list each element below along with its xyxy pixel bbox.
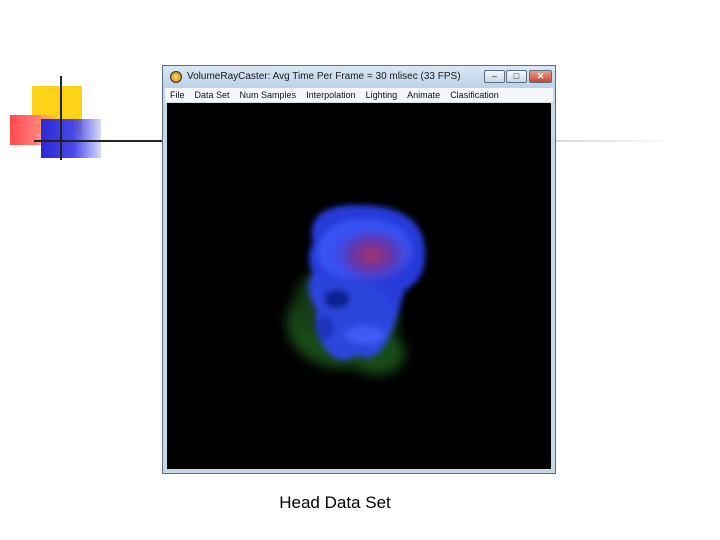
slide-logo xyxy=(0,0,164,170)
slide: VolumeRayCaster: Avg Time Per Frame = 30… xyxy=(0,0,720,540)
slide-caption: Head Data Set xyxy=(279,493,391,512)
menu-data-set[interactable]: Data Set xyxy=(190,88,235,102)
app-window: VolumeRayCaster: Avg Time Per Frame = 30… xyxy=(162,65,556,474)
app-icon[interactable] xyxy=(170,71,182,83)
menu-lighting[interactable]: Lighting xyxy=(361,88,403,102)
menu-animate[interactable]: Animate xyxy=(402,88,445,102)
logo-horizontal-line xyxy=(34,140,164,142)
menu-bar: File Data Set Num Samples Interpolation … xyxy=(165,88,553,103)
menu-interpolation[interactable]: Interpolation xyxy=(301,88,361,102)
menu-file[interactable]: File xyxy=(165,88,190,102)
logo-blue-square xyxy=(41,119,101,158)
menu-clasification[interactable]: Clasification xyxy=(445,88,504,102)
logo-vertical-line xyxy=(60,76,62,160)
window-title: VolumeRayCaster: Avg Time Per Frame = 30… xyxy=(187,71,461,82)
maximize-button[interactable]: □ xyxy=(506,70,527,83)
brain-layer xyxy=(330,228,414,288)
render-viewport[interactable] xyxy=(167,103,551,469)
close-button[interactable]: ✕ xyxy=(529,70,552,83)
slide-divider-line xyxy=(556,140,664,142)
title-bar[interactable]: VolumeRayCaster: Avg Time Per Frame = 30… xyxy=(163,66,555,88)
volume-rendering xyxy=(287,205,425,375)
minimize-button[interactable]: – xyxy=(484,70,505,83)
menu-num-samples[interactable]: Num Samples xyxy=(235,88,302,102)
